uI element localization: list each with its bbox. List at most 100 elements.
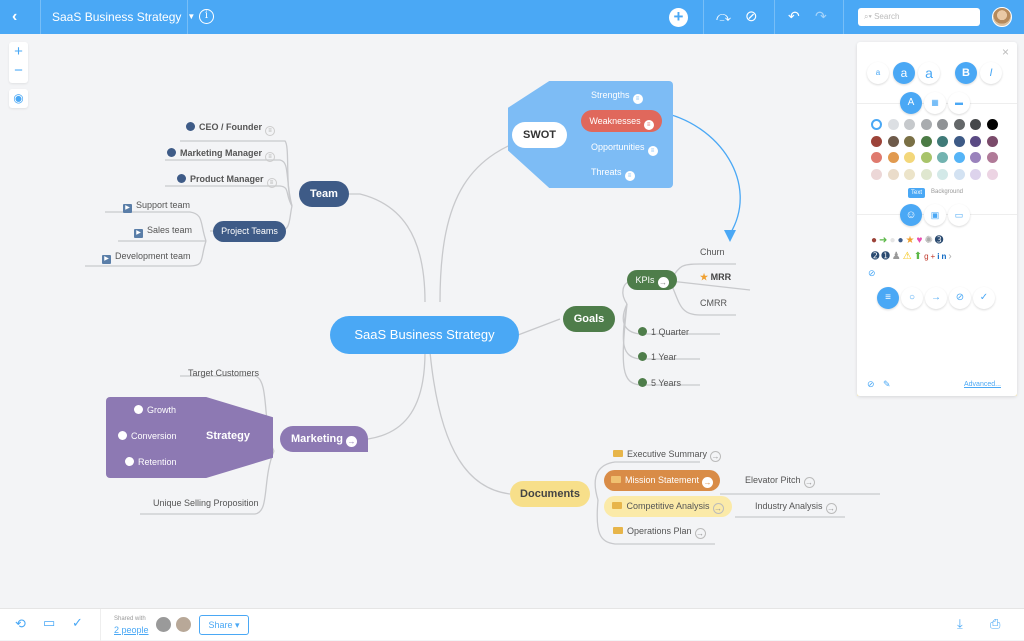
note-icon[interactable]: ≡ <box>643 120 654 130</box>
team-node[interactable]: Team <box>299 181 349 207</box>
color-swatch[interactable] <box>871 135 882 147</box>
color-swatch[interactable] <box>986 135 998 147</box>
star-icon[interactable]: ★ <box>906 235 917 246</box>
kpi-child[interactable]: ★ MRR <box>700 272 731 283</box>
color-swatch[interactable] <box>904 168 915 180</box>
user-icon[interactable]: ♟ <box>892 251 903 262</box>
project-teams-node[interactable]: Project Teams <box>213 221 286 242</box>
red-dot-icon[interactable]: ● <box>871 235 879 246</box>
color-swatch[interactable] <box>937 119 948 130</box>
map-title-dropdown[interactable]: SaaS Business Strategy ▼ <box>52 10 195 24</box>
link-arrow-icon[interactable]: → <box>710 451 722 462</box>
color-swatch[interactable] <box>887 152 899 163</box>
color-swatch[interactable] <box>937 152 948 163</box>
color-swatch[interactable] <box>904 152 915 163</box>
note-icon[interactable]: ≡ <box>265 126 275 136</box>
redo-icon[interactable]: ↷ <box>815 8 827 25</box>
color-swatch[interactable] <box>970 168 981 180</box>
competitive-analysis-node[interactable]: Competitive Analysis → <box>604 496 732 517</box>
color-swatch[interactable] <box>970 135 981 147</box>
color-swatch[interactable] <box>871 168 882 180</box>
magic-wand-icon[interactable]: ✎ <box>883 379 891 390</box>
team-child[interactable]: Product Manager ≡ <box>177 174 277 188</box>
document-child[interactable]: Operations Plan → <box>613 526 706 539</box>
number-3-icon[interactable]: ➌ <box>935 235 945 246</box>
strategy-child[interactable]: Conversion <box>118 431 177 441</box>
color-swatch[interactable] <box>887 135 899 147</box>
note-icon[interactable]: ≡ <box>266 178 277 188</box>
marketing-child[interactable]: Unique Selling Proposition <box>153 498 259 508</box>
color-swatch[interactable] <box>937 135 948 147</box>
background-color-tab[interactable]: Background <box>931 189 963 195</box>
color-swatch[interactable] <box>953 152 965 163</box>
add-node-button[interactable]: + <box>669 8 688 27</box>
image-icon[interactable]: ▣ <box>924 204 946 226</box>
clear-note-icon[interactable]: ⊘ <box>867 379 875 390</box>
kpi-child[interactable]: Churn <box>700 247 725 257</box>
team-child[interactable]: CEO / Founder ≡ <box>186 122 275 136</box>
strategy-node[interactable]: Strategy <box>206 430 250 442</box>
task-icon[interactable]: ✓ <box>973 287 995 309</box>
font-size-medium-button[interactable]: a <box>893 62 915 84</box>
goal-child[interactable]: 1 Year <box>638 352 677 362</box>
team-child[interactable]: Marketing Manager ≡ <box>167 148 276 162</box>
text-color-tab[interactable]: Text <box>908 188 926 198</box>
connection-icon[interactable]: ⤼ <box>716 8 731 25</box>
project-team-child[interactable]: ▶ Development team <box>102 251 191 264</box>
close-icon[interactable]: × <box>1002 45 1009 59</box>
arrow-right-icon[interactable]: ➜ <box>879 235 889 246</box>
color-swatch[interactable] <box>920 135 932 147</box>
link-arrow-icon[interactable]: → <box>712 503 724 514</box>
project-team-child[interactable]: ▶ Sales team <box>134 225 192 238</box>
number-1-icon[interactable]: ➊ <box>881 251 891 262</box>
goal-child[interactable]: 5 Years <box>638 378 681 388</box>
user-avatar[interactable] <box>992 7 1012 27</box>
linkedin-icon[interactable]: in <box>937 252 948 261</box>
link-icon[interactable]: → <box>925 287 947 309</box>
collaborator-avatar[interactable] <box>156 617 171 632</box>
color-swatch[interactable] <box>871 152 882 163</box>
color-swatch[interactable] <box>920 152 932 163</box>
font-size-small-button[interactable]: a <box>867 62 889 84</box>
prohibit-icon[interactable]: ⊘ <box>745 7 758 25</box>
note-icon[interactable]: ≡ <box>624 171 635 181</box>
swot-child[interactable]: Strengths ≡ <box>591 90 643 104</box>
back-button[interactable]: ‹ <box>12 8 17 26</box>
color-swatch[interactable] <box>953 135 965 147</box>
swot-child[interactable]: Opportunities ≡ <box>591 142 658 156</box>
goal-child[interactable]: 1 Quarter <box>638 327 689 337</box>
marketing-child[interactable]: Target Customers <box>188 368 259 378</box>
note-icon[interactable]: ≡ <box>632 94 643 104</box>
swot-child[interactable]: Threats ≡ <box>591 167 635 181</box>
kpi-child[interactable]: CMRR <box>700 298 727 308</box>
color-swatch[interactable] <box>904 119 915 130</box>
share-button[interactable]: Share ▾ <box>199 615 249 635</box>
color-swatch[interactable] <box>986 168 998 180</box>
color-swatch[interactable] <box>986 152 998 163</box>
link-arrow-icon[interactable]: → <box>657 277 669 288</box>
link-arrow-icon[interactable]: → <box>694 528 706 539</box>
color-swatch[interactable] <box>937 168 948 180</box>
emoji-icon[interactable]: ☺ <box>900 204 922 226</box>
gear-icon[interactable]: ✺ <box>924 235 934 246</box>
weaknesses-node[interactable]: Weaknesses ≡ <box>581 110 662 132</box>
undo-icon[interactable]: ↶ <box>788 8 800 25</box>
swot-node[interactable]: SWOT <box>512 122 567 148</box>
download-icon[interactable]: ⤓ <box>957 616 963 632</box>
project-team-child[interactable]: ▶ Support team <box>123 200 190 213</box>
document-child[interactable]: Executive Summary → <box>613 449 722 462</box>
color-swatch[interactable] <box>887 168 899 180</box>
note-icon[interactable]: ≡ <box>877 287 899 309</box>
color-swatch[interactable] <box>986 119 998 130</box>
text-style-icon[interactable]: A <box>900 92 922 114</box>
link-arrow-icon[interactable]: → <box>702 477 714 488</box>
chevron-right-icon[interactable]: › <box>948 251 953 262</box>
color-swatch[interactable] <box>871 119 882 130</box>
clear-icon[interactable]: ⊘ <box>868 268 876 279</box>
color-swatch[interactable] <box>920 119 932 130</box>
search-input[interactable]: ⌕▾ Search <box>858 8 980 26</box>
layout-icon[interactable]: ▦ <box>924 92 946 114</box>
mission-statement-node[interactable]: Mission Statement → <box>604 470 720 491</box>
advanced-link[interactable]: Advanced... <box>964 381 1001 388</box>
note-icon[interactable]: ≡ <box>647 146 658 156</box>
